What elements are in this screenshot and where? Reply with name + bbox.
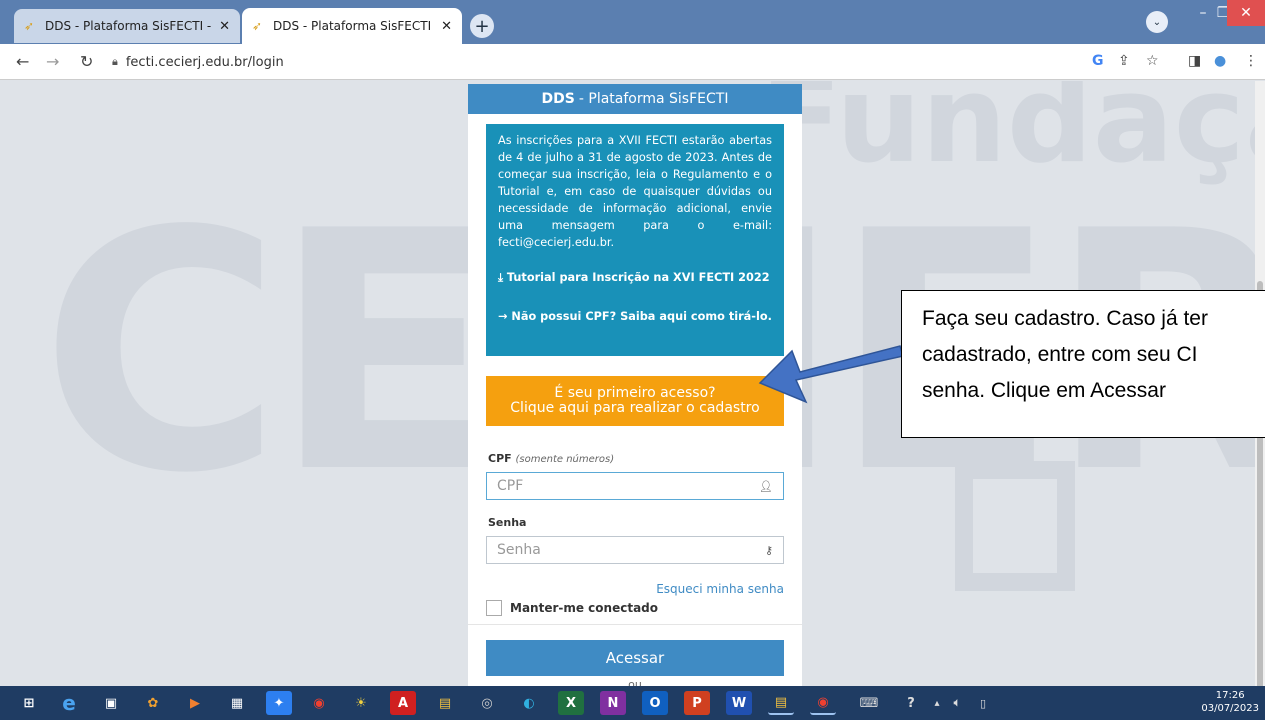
help-icon[interactable]: ? [898,691,924,715]
clock-date: 03/07/2023 [1201,703,1259,714]
forward-arrow-icon[interactable]: → [46,52,59,71]
side-panel-icon[interactable]: ◨ [1188,53,1201,69]
keep-connected-label: Manter-me conectado [510,601,658,615]
browser-tab-1[interactable]: ➶ DDS - Plataforma SisFECTI - Logi ✕ [14,9,240,43]
tab-search-chevron-icon[interactable]: ⌄ [1146,11,1168,33]
close-tab-icon[interactable]: ✕ [219,19,230,34]
cpf-hint: (somente números) [515,454,615,465]
lock-icon: 🔒︎ [112,55,118,68]
back-arrow-icon[interactable]: ← [16,52,29,71]
panel-header: DDS - Plataforma SisFECTI [468,84,802,114]
cpf-input[interactable]: CPF 👤︎ [486,472,784,500]
windows-start-icon[interactable]: ⊞ [16,691,42,715]
senha-placeholder: Senha [497,542,541,558]
onenote-icon[interactable]: N [600,691,626,715]
acrobat-icon[interactable]: A [390,691,416,715]
battery-icon[interactable]: ▯ [970,691,996,715]
cpf-help-link[interactable]: → Não possui CPF? Saiba aqui como tirá-l… [498,308,772,325]
taskbar-clock[interactable]: 17:26 03/07/2023 [1201,689,1259,715]
first-access-line2: Clique aqui para realizar o cadastro [510,400,760,416]
media-disc-icon[interactable]: ◎ [474,691,500,715]
paint-icon[interactable]: ✿ [140,691,166,715]
chrome-active-icon[interactable]: ◉ [810,691,836,715]
windows-taskbar: ⊞ e ▣ ✿ ▶ ▦ ✦ ◉ ☀ A ▤ ◎ ◐ X N O P W ▤ ◉ … [0,686,1265,720]
cpf-placeholder: CPF [497,478,524,494]
folder-icon[interactable]: ▤ [768,691,794,715]
media-player-icon[interactable]: ▶ [182,691,208,715]
keyboard-icon[interactable]: ⌨ [856,691,882,715]
browser-toolbar: ← → ↻ 🔒︎ fecti.cecierj.edu.br/login G ⇪ … [0,44,1265,80]
login-panel: DDS - Plataforma SisFECTI As inscrições … [468,84,802,686]
cpf-label-text: CPF [488,452,512,465]
profile-avatar-icon[interactable]: ● [1214,53,1226,69]
reload-icon[interactable]: ↻ [80,52,93,71]
menu-kebab-icon[interactable]: ⋮ [1244,53,1258,69]
google-translate-icon[interactable]: G [1092,53,1104,69]
user-icon: 👤︎ [759,479,773,493]
divider [468,624,802,625]
watermark-shape [955,461,1075,591]
tab-title: DDS - Plataforma SisFECTI - Logi [45,19,213,33]
key-icon: ⚷ [764,543,773,557]
info-box: As inscrições para a XVII FECTI estarão … [486,124,784,356]
new-tab-button[interactable]: + [470,14,494,38]
address-bar[interactable]: 🔒︎ fecti.cecierj.edu.br/login [112,49,1072,75]
dropbox-icon[interactable]: ✦ [266,691,292,715]
tab-title: DDS - Plataforma SisFECTI - Logi [273,19,435,33]
instruction-callout: Faça seu cadastro. Caso já ter cadastrad… [901,290,1265,438]
header-title: - Plataforma SisFECTI [578,91,729,107]
outlook-icon[interactable]: O [642,691,668,715]
keep-connected[interactable]: Manter-me conectado [486,600,658,616]
password-input[interactable]: Senha ⚷ [486,536,784,564]
callout-line-1: Faça seu cadastro. Caso já ter [922,307,1208,330]
chrome-icon[interactable]: ◉ [306,691,332,715]
cpf-label: CPF (somente números) [488,452,614,465]
header-brand: DDS [541,91,575,107]
edge-icon[interactable]: ◐ [516,691,542,715]
browser-tab-bar: ➶ DDS - Plataforma SisFECTI - Logi ✕ ➶ D… [0,0,1265,44]
keep-connected-checkbox[interactable] [486,600,502,616]
or-separator: ou [628,678,642,686]
file-explorer-icon[interactable]: ▤ [432,691,458,715]
window-close-icon[interactable]: ✕ [1227,0,1265,26]
powerpoint-icon[interactable]: P [684,691,710,715]
excel-icon[interactable]: X [558,691,584,715]
close-tab-icon[interactable]: ✕ [441,19,452,34]
store-icon[interactable]: ▣ [98,691,124,715]
share-icon[interactable]: ⇪ [1118,53,1130,69]
brightness-icon[interactable]: ☀ [348,691,374,715]
submit-button[interactable]: Acessar [486,640,784,676]
clock-time: 17:26 [1215,690,1245,701]
tutorial-link[interactable]: ⤓ Tutorial para Inscrição na XVI FECTI 2… [498,269,772,286]
first-access-button[interactable]: É seu primeiro acesso? Clique aqui para … [486,376,784,426]
url-text: fecti.cecierj.edu.br/login [125,54,284,70]
forgot-password-link[interactable]: Esqueci minha senha [656,582,784,596]
site-favicon-icon: ➶ [24,19,35,33]
senha-label: Senha [488,516,527,529]
callout-line-2: cadastrado, entre com seu CI [922,343,1198,366]
volume-icon[interactable]: 🔈︎ [944,691,970,715]
word-icon[interactable]: W [726,691,752,715]
site-favicon-icon: ➶ [252,19,263,33]
bookmark-star-icon[interactable]: ☆ [1146,53,1159,69]
info-message: As inscrições para a XVII FECTI estarão … [498,134,772,249]
callout-line-3: senha. Clique em Acessar [922,379,1166,402]
internet-explorer-icon[interactable]: e [56,691,82,715]
first-access-line1: É seu primeiro acesso? [554,385,716,401]
browser-tab-2[interactable]: ➶ DDS - Plataforma SisFECTI - Logi ✕ [242,8,462,44]
calculator-icon[interactable]: ▦ [224,691,250,715]
